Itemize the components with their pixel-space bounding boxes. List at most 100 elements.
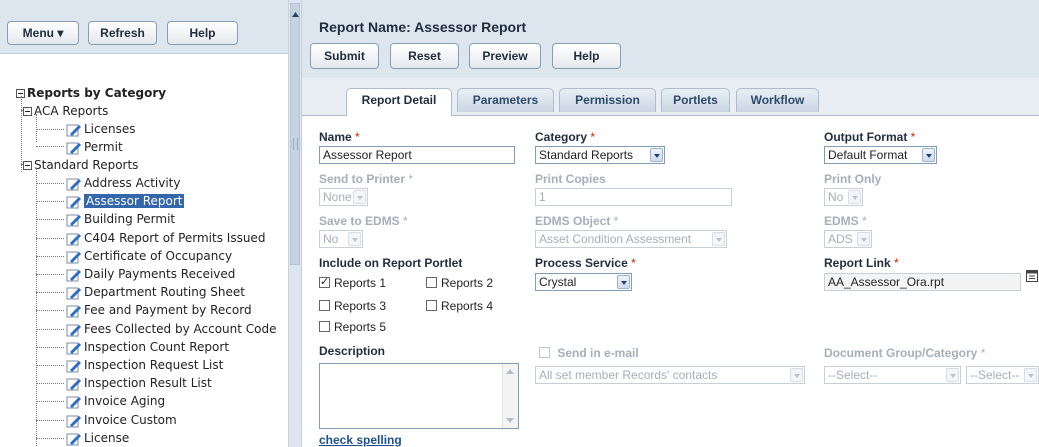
tree-group-label: Standard Reports <box>34 158 139 172</box>
document-category-select[interactable]: --Select-- <box>966 366 1039 384</box>
collapse-icon[interactable] <box>23 161 32 170</box>
checkbox-icon[interactable] <box>426 300 437 312</box>
submit-button[interactable]: Submit <box>310 43 379 69</box>
checkbox-checked-icon[interactable] <box>319 275 330 289</box>
tree-item-inspection-result-list[interactable]: Inspection Result List <box>66 374 212 392</box>
tree-item-license[interactable]: License <box>66 429 129 447</box>
include-portlet-label: Include on Report Portlet <box>319 256 463 270</box>
email-recipients-select[interactable]: All set member Records' contacts <box>535 366 805 384</box>
checkbox-icon[interactable] <box>319 300 330 312</box>
checkbox-icon[interactable] <box>426 277 437 289</box>
tree-item-daily-payments-received[interactable]: Daily Payments Received <box>66 265 235 283</box>
category-select[interactable]: Standard Reports <box>535 146 665 164</box>
portlet-checkbox-reports-3[interactable]: Reports 3 <box>319 299 386 313</box>
tree-item-department-routing-sheet[interactable]: Department Routing Sheet <box>66 283 245 301</box>
tree-item-label: Invoice Custom <box>84 413 177 427</box>
help-button-left[interactable]: Help <box>167 21 238 45</box>
tree-item-invoice-custom[interactable]: Invoice Custom <box>66 411 177 429</box>
report-icon <box>66 432 82 446</box>
grip-icon[interactable] <box>293 138 298 150</box>
document-group-label: Document Group/Category * <box>824 346 986 360</box>
tab-parameters[interactable]: Parameters <box>457 88 554 112</box>
chevron-down-icon <box>857 232 870 246</box>
tree-item-label: Inspection Result List <box>84 376 212 390</box>
process-service-label: Process Service * <box>535 256 636 270</box>
output-format-select[interactable]: Default Format <box>824 146 937 164</box>
tree-item-label: Fees Collected by Account Code <box>84 322 277 336</box>
tree-item-label: Assessor Report <box>84 194 185 208</box>
splitter-scrollbar[interactable] <box>290 3 300 265</box>
report-icon <box>66 323 82 337</box>
tree-item-inspection-request-list[interactable]: Inspection Request List <box>66 356 223 374</box>
tree-item-address-activity[interactable]: Address Activity <box>66 174 180 192</box>
description-textarea[interactable] <box>319 363 519 429</box>
portlet-checkbox-reports-2[interactable]: Reports 2 <box>426 276 493 290</box>
menu-button[interactable]: Menu ▾ <box>7 21 79 45</box>
check-spelling-link[interactable]: check spelling <box>319 433 402 447</box>
report-icon <box>66 177 82 191</box>
name-input[interactable]: Assessor Report <box>319 146 515 164</box>
tree-item-inspection-count-report[interactable]: Inspection Count Report <box>66 338 229 356</box>
print-copies-label: Print Copies <box>535 172 606 186</box>
send-in-email-checkbox[interactable]: Send in e-mail <box>539 346 639 360</box>
tree-item-certificate-of-occupancy[interactable]: Certificate of Occupancy <box>66 247 232 265</box>
process-service-select[interactable]: Crystal <box>535 273 632 291</box>
tree-item-permit[interactable]: Permit <box>66 138 123 156</box>
tab-workflow[interactable]: Workflow <box>736 88 819 112</box>
tree-item-assessor-report[interactable]: Assessor Report <box>66 192 185 210</box>
tab-portlets[interactable]: Portlets <box>661 88 730 112</box>
document-group-select[interactable]: --Select-- <box>824 366 961 384</box>
scroll-up-icon[interactable] <box>291 10 300 20</box>
report-link-input[interactable]: AA_Assessor_Ora.rpt <box>824 273 1021 291</box>
checkbox-icon[interactable] <box>319 321 330 333</box>
tree-group-standard-reports[interactable]: Standard Reports <box>23 156 139 174</box>
scroll-up-icon[interactable] <box>506 369 514 374</box>
tree-item-c404-report-of-permits-issued[interactable]: C404 Report of Permits Issued <box>66 229 265 247</box>
chevron-down-icon <box>348 232 361 246</box>
scroll-down-icon[interactable] <box>506 418 514 423</box>
chevron-down-icon <box>848 190 861 204</box>
portlet-checkbox-reports-5[interactable]: Reports 5 <box>319 320 386 334</box>
chevron-down-icon[interactable] <box>650 148 663 162</box>
edms-object-select[interactable]: Asset Condition Assessment <box>535 230 727 248</box>
tree-group-aca-reports[interactable]: ACA Reports <box>23 102 108 120</box>
report-icon <box>66 395 82 409</box>
tab-report-detail[interactable]: Report Detail <box>346 88 452 116</box>
tree-item-licenses[interactable]: Licenses <box>66 120 136 138</box>
report-icon <box>66 250 82 264</box>
portlet-checkbox-reports-1[interactable]: Reports 1 <box>319 275 386 290</box>
help-button[interactable]: Help <box>552 43 621 69</box>
checkbox-icon[interactable] <box>539 347 550 359</box>
tree-root-label: Reports by Category <box>27 86 167 100</box>
save-to-edms-select[interactable]: No <box>319 230 363 248</box>
tree-item-fee-and-payment-by-record[interactable]: Fee and Payment by Record <box>66 301 252 319</box>
textarea-scrollbar[interactable] <box>502 364 518 428</box>
portlet-checkbox-reports-4[interactable]: Reports 4 <box>426 299 493 313</box>
tree-item-label: Inspection Request List <box>84 358 224 372</box>
tree-root[interactable]: Reports by Category <box>16 84 166 102</box>
chevron-down-icon[interactable] <box>617 275 630 289</box>
refresh-button[interactable]: Refresh <box>88 21 157 45</box>
chevron-down-icon[interactable] <box>922 148 935 162</box>
tree-item-invoice-aging[interactable]: Invoice Aging <box>66 392 165 410</box>
edms-select[interactable]: ADS <box>824 230 872 248</box>
tree-item-label: Fee and Payment by Record <box>84 303 252 317</box>
tree-item-label: License <box>84 431 130 445</box>
tree-item-label: Invoice Aging <box>84 394 166 408</box>
collapse-icon[interactable] <box>23 107 32 116</box>
print-only-select[interactable]: No <box>824 188 863 206</box>
pane-splitter[interactable] <box>289 0 302 447</box>
report-icon <box>66 268 82 282</box>
print-copies-input[interactable]: 1 <box>535 188 732 206</box>
right-pane: Report Name: Assessor Report Submit Rese… <box>302 0 1039 447</box>
name-label: Name * <box>319 130 360 144</box>
reset-button[interactable]: Reset <box>390 43 459 69</box>
tab-permission[interactable]: Permission <box>559 88 656 112</box>
tree-item-building-permit[interactable]: Building Permit <box>66 210 175 228</box>
browse-icon[interactable] <box>1026 269 1039 283</box>
send-to-printer-select[interactable]: None <box>319 188 368 206</box>
report-name-title: Report Name: Assessor Report <box>319 19 527 35</box>
tree-item-fees-collected-by-account-code[interactable]: Fees Collected by Account Code <box>66 320 277 338</box>
report-icon <box>66 341 82 355</box>
preview-button[interactable]: Preview <box>469 43 541 69</box>
